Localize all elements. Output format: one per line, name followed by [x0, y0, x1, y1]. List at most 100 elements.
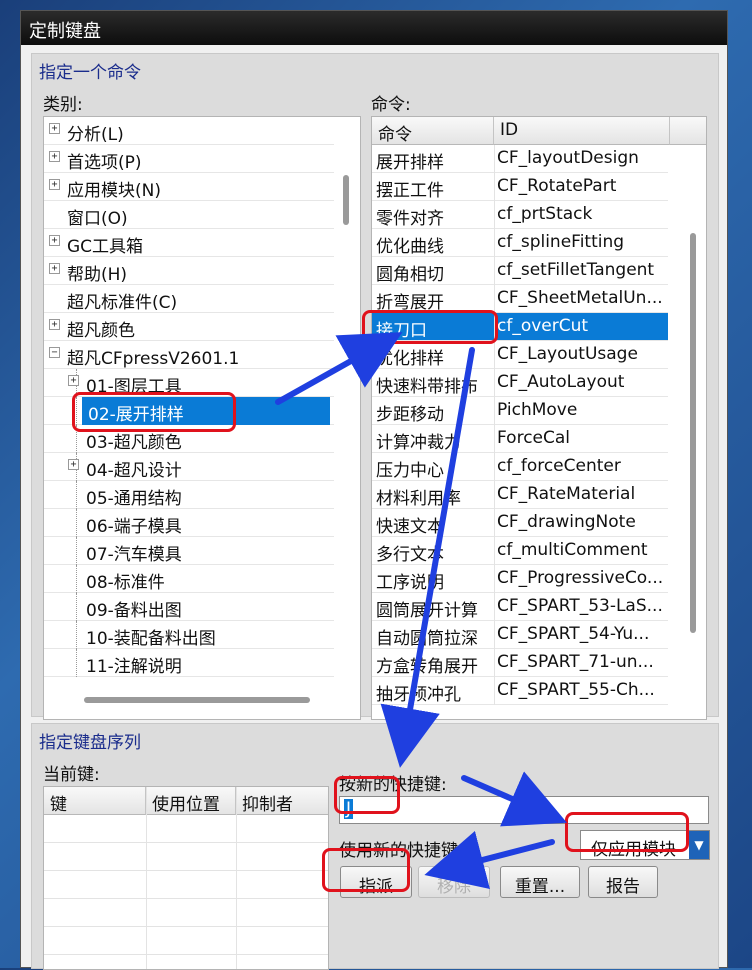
category-item[interactable]: + GC工具箱 — [44, 229, 334, 257]
command-row[interactable]: 快速料带排布 CF_AutoLayout — [372, 369, 668, 397]
command-id: CF_SPART_55-Ch... — [497, 680, 655, 700]
command-name: 摆正工件 — [376, 181, 444, 201]
category-item[interactable]: 07-汽车模具 — [44, 537, 334, 565]
command-row[interactable]: 折弯展开 CF_SheetMetalUn... — [372, 285, 668, 313]
category-item[interactable]: 09-备料出图 — [44, 593, 334, 621]
command-row[interactable]: 展开排样 CF_layoutDesign — [372, 145, 668, 173]
category-item[interactable]: + 应用模块(N) — [44, 173, 334, 201]
command-list-vscroll-thumb[interactable] — [690, 233, 696, 633]
tree-guide-line — [76, 649, 77, 677]
command-row[interactable]: 计算冲裁力 ForceCal — [372, 425, 668, 453]
command-row[interactable]: 压力中心 cf_forceCenter — [372, 453, 668, 481]
command-id: CF_drawingNote — [497, 512, 636, 532]
category-item[interactable]: +04-超凡设计 — [44, 453, 334, 481]
command-row[interactable]: 优化排样 CF_LayoutUsage — [372, 341, 668, 369]
command-name: 圆角相切 — [376, 265, 444, 285]
expand-icon[interactable]: + — [49, 263, 60, 274]
category-tree-vscroll-thumb[interactable] — [343, 175, 349, 225]
expand-icon[interactable]: + — [49, 123, 60, 134]
category-item[interactable]: + 首选项(P) — [44, 145, 334, 173]
column-divider — [494, 229, 495, 257]
command-name: 零件对齐 — [376, 209, 444, 229]
expand-icon[interactable]: + — [49, 151, 60, 162]
report-button-label: 报告 — [606, 877, 640, 897]
scope-select[interactable]: 仅应用模块 ▼ — [580, 830, 710, 860]
command-name: 步距移动 — [376, 405, 444, 425]
command-row[interactable]: 摆正工件 CF_RotatePart — [372, 173, 668, 201]
category-item[interactable]: +01-图层工具 — [44, 369, 334, 397]
command-label: 命令: — [371, 95, 411, 115]
expand-icon[interactable]: + — [68, 459, 79, 470]
column-divider — [494, 677, 495, 705]
command-name: 快速文本 — [376, 517, 444, 537]
command-list-rows: 展开排样 CF_layoutDesign 摆正工件 CF_RotatePart 零件对齐… — [372, 145, 682, 705]
category-item[interactable]: 05-通用结构 — [44, 481, 334, 509]
category-item[interactable]: 超凡标准件(C) — [44, 285, 334, 313]
assign-button[interactable]: 指派 — [340, 866, 412, 898]
expand-icon[interactable]: + — [49, 179, 60, 190]
category-item-label: 10-装配备料出图 — [86, 629, 216, 649]
category-tree-hscroll-thumb[interactable] — [84, 697, 310, 703]
chevron-down-icon[interactable]: ▼ — [689, 831, 709, 859]
category-item[interactable]: 06-端子模具 — [44, 509, 334, 537]
category-item-label: 应用模块(N) — [67, 181, 161, 201]
expand-icon[interactable]: + — [68, 375, 79, 386]
scope-select-value: 仅应用模块 — [591, 840, 676, 860]
command-id: cf_prtStack — [497, 204, 593, 224]
category-item[interactable]: 03-超凡颜色 — [44, 425, 334, 453]
new-shortcut-label: 按新的快捷键: — [339, 775, 447, 795]
command-name: 折弯展开 — [376, 293, 444, 313]
command-row[interactable]: 圆角相切 cf_setFilletTangent — [372, 257, 668, 285]
command-name: 圆筒展开计算 — [376, 601, 478, 621]
command-row[interactable]: 自动圆筒拉深 CF_SPART_54-Yu... — [372, 621, 668, 649]
expand-icon[interactable]: + — [49, 235, 60, 246]
command-row[interactable]: 零件对齐 cf_prtStack — [372, 201, 668, 229]
category-tree-hscroll[interactable] — [44, 693, 360, 719]
category-item[interactable]: − 超凡CFpressV2601.1 — [44, 341, 334, 369]
command-row[interactable]: 方盒转角展开 CF_SPART_71-un... — [372, 649, 668, 677]
category-item[interactable]: 11-注解说明 — [44, 649, 334, 677]
command-row[interactable]: 优化曲线 cf_splineFitting — [372, 229, 668, 257]
tree-guide-line — [76, 593, 77, 621]
command-row[interactable]: 抽牙预冲孔 CF_SPART_55-Ch... — [372, 677, 668, 705]
category-tree[interactable]: + 分析(L) + 首选项(P) + 应用模块(N) 窗口(O) + GC工具箱 + 帮助(H) 超凡… — [43, 116, 361, 720]
command-row[interactable]: 多行文本 cf_multiComment — [372, 537, 668, 565]
command-row[interactable]: 圆筒展开计算 CF_SPART_53-LaS... — [372, 593, 668, 621]
category-item[interactable]: + 超凡颜色 — [44, 313, 334, 341]
command-row[interactable]: 步距移动 PichMove — [372, 397, 668, 425]
column-divider — [146, 787, 147, 969]
id-header-label: ID — [500, 120, 519, 140]
current-keys-table[interactable]: 键 使用位置 抑制者 — [43, 786, 329, 970]
category-item[interactable]: + 分析(L) — [44, 117, 334, 145]
command-row[interactable]: 工序说明 CF_ProgressiveCo... — [372, 565, 668, 593]
command-row[interactable]: 快速文本 CF_drawingNote — [372, 509, 668, 537]
category-item-label: 07-汽车模具 — [86, 545, 182, 565]
collapse-icon[interactable]: − — [49, 347, 60, 358]
reset-button[interactable]: 重置... — [500, 866, 580, 898]
category-item[interactable]: 08-标准件 — [44, 565, 334, 593]
key-column-header[interactable]: 键 — [44, 787, 146, 815]
column-divider — [494, 621, 495, 649]
report-button[interactable]: 报告 — [588, 866, 658, 898]
keyboard-sequence-title: 指定键盘序列 — [39, 733, 141, 753]
location-header-label: 使用位置 — [152, 795, 220, 815]
command-id: CF_layoutDesign — [497, 148, 639, 168]
location-column-header[interactable]: 使用位置 — [146, 787, 236, 815]
category-item[interactable]: 窗口(O) — [44, 201, 334, 229]
id-column-header[interactable]: ID — [494, 117, 670, 145]
new-shortcut-input[interactable]: J — [339, 796, 709, 824]
category-item[interactable]: + 帮助(H) — [44, 257, 334, 285]
command-list[interactable]: 命令 ID 展开排样 CF_layoutDesign 摆正工件 CF_RotatePa… — [371, 116, 707, 720]
command-id: cf_overCut — [497, 316, 589, 336]
expand-icon[interactable]: + — [49, 319, 60, 330]
remove-button[interactable]: 移除 — [418, 866, 490, 898]
command-row[interactable]: 接刀口 cf_overCut — [372, 313, 668, 341]
suppressor-column-header[interactable]: 抑制者 — [236, 787, 328, 815]
command-row[interactable]: 材料利用率 CF_RateMaterial — [372, 481, 668, 509]
category-item-label: 03-超凡颜色 — [86, 433, 182, 453]
category-item[interactable]: 02-展开排样 — [44, 397, 334, 425]
category-item-label: 08-标准件 — [86, 573, 165, 593]
command-column-header[interactable]: 命令 — [372, 117, 494, 145]
command-name: 材料利用率 — [376, 489, 461, 509]
category-item[interactable]: 10-装配备料出图 — [44, 621, 334, 649]
